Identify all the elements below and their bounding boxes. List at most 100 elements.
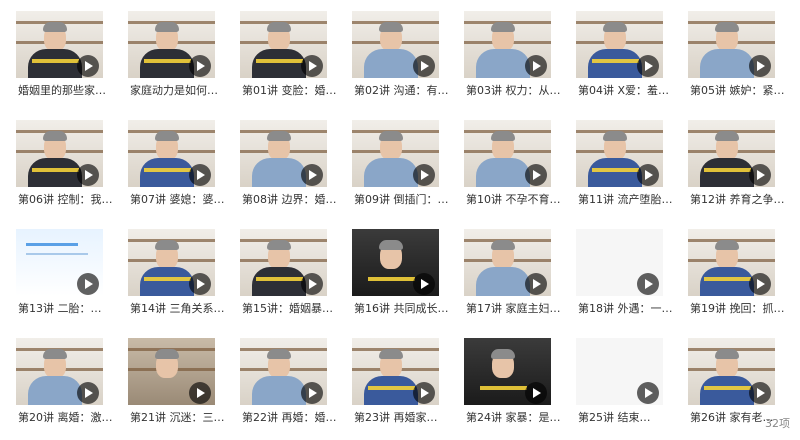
video-tile[interactable]: 第22讲 再婚：婚…	[232, 330, 344, 440]
video-tile[interactable]: 第24讲 家暴：是…	[456, 330, 568, 440]
presenter-body	[364, 376, 418, 405]
video-tile[interactable]: 第23讲 再婚家…	[344, 330, 456, 440]
play-icon[interactable]	[637, 164, 659, 186]
presenter-hair	[155, 240, 179, 250]
video-thumbnail[interactable]	[688, 120, 775, 187]
video-thumbnail[interactable]	[464, 338, 551, 405]
play-icon[interactable]	[189, 55, 211, 77]
video-thumbnail[interactable]	[576, 338, 663, 405]
video-tile[interactable]: 第16讲 共同成长…	[344, 221, 456, 331]
video-tile[interactable]: 第18讲 外遇：一…	[568, 221, 680, 331]
presenter-hair	[155, 22, 179, 32]
video-tile[interactable]: 第05讲 嫉妒：紧…	[680, 3, 792, 113]
video-thumbnail[interactable]	[576, 120, 663, 187]
video-tile[interactable]: 第17讲 家庭主妇…	[456, 221, 568, 331]
video-thumbnail[interactable]	[16, 229, 103, 296]
video-tile[interactable]: 婚姻里的那些家…	[8, 3, 120, 113]
presenter-hair	[43, 349, 67, 359]
presenter-body	[252, 158, 306, 187]
play-icon[interactable]	[525, 55, 547, 77]
video-tile[interactable]: 第03讲 权力：从…	[456, 3, 568, 113]
video-title: 第02讲 沟通：有…	[354, 84, 449, 97]
video-tile[interactable]: 第02讲 沟通：有…	[344, 3, 456, 113]
video-tile[interactable]: 家庭动力是如何…	[120, 3, 232, 113]
video-thumbnail[interactable]	[128, 338, 215, 405]
play-icon[interactable]	[301, 273, 323, 295]
play-icon[interactable]	[189, 382, 211, 404]
play-icon[interactable]	[189, 164, 211, 186]
play-icon[interactable]	[77, 164, 99, 186]
video-tile[interactable]: 第01讲 变脸：婚…	[232, 3, 344, 113]
video-thumbnail[interactable]	[352, 338, 439, 405]
video-thumbnail[interactable]	[128, 120, 215, 187]
presenter-body	[28, 158, 82, 187]
play-icon[interactable]	[77, 382, 99, 404]
video-thumbnail[interactable]	[240, 120, 327, 187]
presenter-body	[364, 267, 418, 296]
play-icon[interactable]	[413, 273, 435, 295]
video-thumbnail[interactable]	[688, 338, 775, 405]
play-icon[interactable]	[301, 55, 323, 77]
video-thumbnail[interactable]	[688, 11, 775, 78]
video-thumbnail[interactable]	[128, 11, 215, 78]
video-tile[interactable]: 第25讲 结束…	[568, 330, 680, 440]
play-icon[interactable]	[413, 382, 435, 404]
play-icon[interactable]	[525, 382, 547, 404]
play-icon[interactable]	[189, 273, 211, 295]
video-thumbnail[interactable]	[240, 229, 327, 296]
play-icon[interactable]	[301, 382, 323, 404]
play-icon[interactable]	[749, 55, 771, 77]
thumbnail-caption-strip	[704, 277, 751, 281]
video-thumbnail[interactable]	[352, 229, 439, 296]
play-icon[interactable]	[525, 273, 547, 295]
video-tile[interactable]: 第20讲 离婚：激…	[8, 330, 120, 440]
play-icon[interactable]	[413, 164, 435, 186]
presenter-hair	[379, 240, 403, 250]
video-thumbnail[interactable]	[128, 229, 215, 296]
video-thumbnail[interactable]	[576, 229, 663, 296]
video-thumbnail[interactable]	[16, 338, 103, 405]
item-count: 32项	[765, 417, 790, 430]
video-tile[interactable]: 第08讲 边界：婚…	[232, 112, 344, 222]
video-thumbnail[interactable]	[352, 11, 439, 78]
video-tile[interactable]: 第11讲 流产堕胎…	[568, 112, 680, 222]
video-thumbnail[interactable]	[464, 229, 551, 296]
video-thumbnail[interactable]	[240, 338, 327, 405]
video-thumbnail[interactable]	[688, 229, 775, 296]
video-tile[interactable]: 第04讲 X爱：羞…	[568, 3, 680, 113]
video-tile[interactable]: 第14讲 三角关系…	[120, 221, 232, 331]
play-icon[interactable]	[637, 273, 659, 295]
play-icon[interactable]	[749, 273, 771, 295]
video-tile[interactable]: 第09讲 倒插门：…	[344, 112, 456, 222]
play-icon[interactable]	[637, 55, 659, 77]
presenter-hair	[715, 131, 739, 141]
video-tile[interactable]: 第13讲 二胎：…	[8, 221, 120, 331]
video-thumbnail[interactable]	[464, 11, 551, 78]
video-tile[interactable]: 第07讲 婆媳：婆…	[120, 112, 232, 222]
play-icon[interactable]	[749, 382, 771, 404]
presenter-hair	[715, 22, 739, 32]
video-title: 第07讲 婆媳：婆…	[130, 193, 225, 206]
video-tile[interactable]: 第15讲：婚姻暴…	[232, 221, 344, 331]
video-tile[interactable]: 第12讲 养育之争…	[680, 112, 792, 222]
thumbnail-caption-strip	[32, 59, 79, 63]
video-thumbnail[interactable]	[16, 120, 103, 187]
presenter-body	[476, 49, 530, 78]
play-icon[interactable]	[301, 164, 323, 186]
video-tile[interactable]: 第10讲 不孕不育…	[456, 112, 568, 222]
presenter-body	[476, 376, 530, 405]
video-thumbnail[interactable]	[240, 11, 327, 78]
play-icon[interactable]	[413, 55, 435, 77]
video-tile[interactable]: 第21讲 沉迷：三…	[120, 330, 232, 440]
video-tile[interactable]: 第06讲 控制：我…	[8, 112, 120, 222]
play-icon[interactable]	[749, 164, 771, 186]
video-thumbnail[interactable]	[16, 11, 103, 78]
play-icon[interactable]	[525, 164, 547, 186]
video-thumbnail[interactable]	[352, 120, 439, 187]
video-thumbnail[interactable]	[464, 120, 551, 187]
video-thumbnail[interactable]	[576, 11, 663, 78]
play-icon[interactable]	[77, 55, 99, 77]
play-icon[interactable]	[77, 273, 99, 295]
play-icon[interactable]	[637, 382, 659, 404]
video-tile[interactable]: 第19讲 挽回：抓…	[680, 221, 792, 331]
